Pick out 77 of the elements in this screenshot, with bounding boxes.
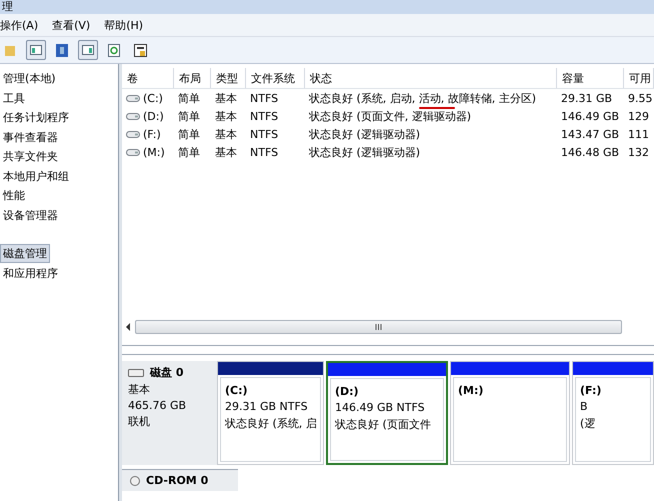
table-cell: 143.47 GB bbox=[561, 128, 620, 140]
partition-block[interactable]: (D:) 146.49 GB NTFS 状态良好 (页面文件 bbox=[326, 361, 448, 465]
disk-status: 联机 bbox=[128, 414, 151, 429]
table-cell: 简单 bbox=[178, 108, 200, 124]
drive-icon bbox=[126, 112, 140, 120]
window-title: 理 bbox=[0, 0, 654, 14]
scrollbar-thumb[interactable] bbox=[135, 320, 622, 334]
partition-size: 146.49 GB NTFS bbox=[335, 401, 426, 414]
table-cell: 状态良好 (页面文件, 逻辑驱动器) bbox=[309, 108, 472, 124]
table-cell: 146.49 GB bbox=[561, 110, 620, 122]
column-header[interactable]: 卷 bbox=[122, 68, 174, 88]
table-cell: 状态良好 (逻辑驱动器) bbox=[309, 144, 420, 160]
tree-item[interactable]: 工具 bbox=[0, 88, 28, 108]
drive-icon bbox=[126, 130, 140, 138]
menu-item[interactable]: 操作(A) bbox=[0, 18, 38, 32]
column-header[interactable]: 类型 bbox=[211, 68, 246, 88]
tree-item[interactable]: 性能 bbox=[0, 186, 28, 206]
table-cell: 简单 bbox=[178, 144, 200, 160]
table-cell: 129 bbox=[628, 110, 649, 122]
partition-label: (C:) bbox=[225, 384, 249, 397]
table-cell: 111 bbox=[628, 128, 649, 140]
tree-item[interactable]: 和应用程序 bbox=[0, 264, 61, 283]
tree-item[interactable]: 本地用户和组 bbox=[0, 166, 72, 186]
scroll-left-icon[interactable] bbox=[126, 323, 131, 331]
column-header[interactable]: 布局 bbox=[174, 68, 211, 88]
partition-block[interactable]: (C:) 29.31 GB NTFS 状态良好 (系统, 启 bbox=[217, 361, 324, 465]
table-cell: 简单 bbox=[178, 90, 200, 106]
column-header[interactable]: 可用 bbox=[624, 68, 654, 88]
partition-size: B bbox=[580, 400, 589, 413]
tree-item[interactable]: 磁盘管理 bbox=[0, 244, 50, 264]
pane-icon[interactable] bbox=[78, 40, 98, 60]
table-cell: 状态良好 (系统, 启动, 活动, 故障转储, 主分区) bbox=[309, 90, 536, 106]
table-cell: (D:) bbox=[143, 110, 164, 122]
table-cell: (F:) bbox=[143, 128, 161, 140]
tree-item[interactable]: 设备管理器 bbox=[0, 206, 61, 225]
cd-icon bbox=[130, 474, 140, 486]
partition-status: 状态良好 (系统, 启 bbox=[225, 416, 316, 431]
table-cell: NTFS bbox=[250, 110, 278, 122]
disk-type: 基本 bbox=[128, 382, 151, 397]
table-cell: 简单 bbox=[178, 126, 200, 142]
tree-item[interactable]: 事件查看器 bbox=[0, 128, 61, 147]
partition-block[interactable]: (M:) bbox=[450, 361, 570, 465]
cdrom-name: CD-ROM 0 bbox=[146, 474, 208, 487]
table-cell: NTFS bbox=[250, 92, 278, 104]
table-cell: (M:) bbox=[143, 146, 165, 158]
menu-item[interactable]: 帮助(H) bbox=[104, 18, 144, 32]
partition-label: (F:) bbox=[580, 384, 602, 397]
table-cell: 基本 bbox=[215, 144, 237, 160]
drive-icon bbox=[126, 94, 140, 102]
table-cell: 基本 bbox=[215, 126, 237, 142]
partition-status: 状态良好 (页面文件 bbox=[335, 417, 432, 432]
tree-item[interactable]: 任务计划程序 bbox=[0, 108, 72, 128]
disk-size: 465.76 GB bbox=[128, 399, 188, 412]
partition-size: 29.31 GB NTFS bbox=[225, 400, 309, 413]
table-cell: 146.48 GB bbox=[561, 146, 620, 158]
table-cell: NTFS bbox=[250, 146, 278, 158]
partition-status: (逻 bbox=[580, 416, 596, 431]
tree-item[interactable]: 管理(本地) bbox=[0, 69, 59, 88]
drive-icon bbox=[126, 148, 140, 156]
partition-label: (M:) bbox=[458, 384, 484, 397]
column-header[interactable]: 文件系统 bbox=[246, 68, 305, 88]
disk-name: 磁盘 0 bbox=[150, 365, 184, 380]
table-cell: 9.55 bbox=[628, 92, 652, 104]
table-cell: NTFS bbox=[250, 128, 278, 140]
table-cell: 状态良好 (逻辑驱动器) bbox=[309, 126, 420, 142]
tree-item[interactable]: 共享文件夹 bbox=[0, 147, 61, 166]
menu-item[interactable]: 查看(V) bbox=[52, 18, 90, 32]
column-header[interactable]: 容量 bbox=[557, 68, 624, 88]
pane-icon[interactable] bbox=[26, 40, 46, 60]
column-header[interactable]: 状态 bbox=[305, 68, 557, 88]
table-cell: 基本 bbox=[215, 108, 237, 124]
partition-label: (D:) bbox=[335, 385, 360, 398]
table-cell: 29.31 GB bbox=[561, 92, 612, 104]
table-cell: 基本 bbox=[215, 90, 237, 106]
table-cell: (C:) bbox=[143, 92, 163, 104]
partition-block[interactable]: (F:) B (逻 bbox=[572, 361, 654, 465]
table-cell: 132 bbox=[628, 146, 649, 158]
